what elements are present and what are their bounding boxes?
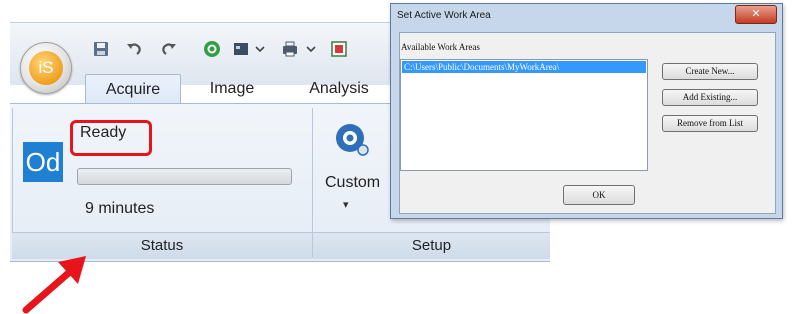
chevron-down-icon[interactable]: [305, 40, 317, 58]
layout-icon[interactable]: [330, 40, 348, 58]
chevron-down-icon[interactable]: ▾: [343, 198, 349, 211]
set-active-work-area-dialog: Set Active Work Area ✕ Available Work Ar…: [390, 3, 783, 219]
window-icon[interactable]: [232, 40, 250, 58]
tab-analysis[interactable]: Analysis: [296, 74, 382, 104]
close-button[interactable]: ✕: [735, 5, 777, 24]
dialog-title: Set Active Work Area: [397, 10, 491, 21]
tab-acquire[interactable]: Acquire: [85, 74, 181, 105]
tab-image[interactable]: Image: [192, 74, 272, 104]
custom-button[interactable]: Custom: [325, 174, 380, 192]
ok-button[interactable]: OK: [563, 185, 635, 205]
dialog-body: Available Work Areas C:\Users\Public\Doc…: [399, 32, 776, 214]
chevron-down-icon[interactable]: [254, 40, 266, 58]
status-highlight-box: [70, 120, 152, 156]
list-item[interactable]: C:\Users\Public\Documents\MyWorkArea\: [402, 61, 646, 73]
save-icon[interactable]: [92, 40, 110, 58]
remove-from-list-button[interactable]: Remove from List: [662, 115, 758, 132]
create-new-button[interactable]: Create New...: [662, 63, 758, 80]
redo-icon[interactable]: [160, 40, 178, 58]
record-icon[interactable]: [203, 40, 221, 58]
od-camera-icon[interactable]: Od: [23, 142, 63, 182]
list-label: Available Work Areas: [401, 42, 480, 52]
undo-icon[interactable]: [125, 40, 143, 58]
gear-icon[interactable]: [333, 121, 369, 157]
print-icon[interactable]: [281, 40, 299, 58]
setup-group-label: Setup: [313, 232, 550, 259]
app-logo: iS: [29, 51, 63, 85]
acquisition-progress-bar: [77, 168, 292, 185]
add-existing-button[interactable]: Add Existing...: [662, 89, 758, 106]
time-remaining: 9 minutes: [85, 200, 155, 217]
annotation-arrow-icon: [22, 256, 86, 314]
app-menu-button[interactable]: iS: [20, 42, 72, 94]
work-area-listbox[interactable]: C:\Users\Public\Documents\MyWorkArea\: [400, 59, 648, 171]
